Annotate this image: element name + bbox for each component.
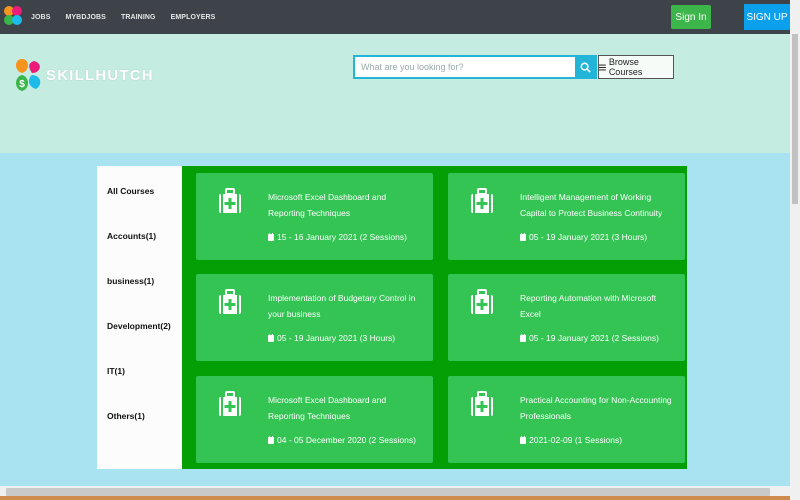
brand[interactable]: $ SKILLHUTCH bbox=[12, 57, 162, 95]
calendar-icon bbox=[520, 232, 526, 241]
courses-panel: All Courses Accounts(1) business(1) Deve… bbox=[97, 166, 687, 469]
category-accounts[interactable]: Accounts(1) bbox=[107, 231, 156, 241]
skillhutch-logo-icon[interactable] bbox=[2, 5, 24, 27]
course-card[interactable]: Microsoft Excel Dashboard and Reporting … bbox=[196, 376, 433, 463]
sign-up-button[interactable]: SIGN UP bbox=[744, 4, 790, 30]
course-card[interactable]: Intelligent Management of Working Capita… bbox=[448, 173, 685, 260]
nav-link-training[interactable]: TRAINING bbox=[121, 14, 156, 21]
calendar-icon bbox=[268, 333, 274, 342]
course-title: Practical Accounting for Non-Accounting … bbox=[520, 395, 672, 421]
medical-bag-icon bbox=[219, 188, 241, 213]
course-date-text: 05 - 19 January 2021 (3 Hours) bbox=[529, 232, 648, 242]
sign-in-button[interactable]: Sign In bbox=[671, 5, 711, 29]
course-title: Intelligent Management of Working Capita… bbox=[520, 192, 663, 218]
search-icon bbox=[580, 62, 591, 73]
calendar-icon bbox=[520, 435, 526, 444]
category-others[interactable]: Others(1) bbox=[107, 411, 145, 421]
course-date-text: 15 - 16 January 2021 (2 Sessions) bbox=[277, 232, 407, 242]
course-title: Reporting Automation with Microsoft Exce… bbox=[520, 293, 657, 319]
course-date-text: 2021-02-09 (1 Sessions) bbox=[529, 435, 623, 445]
course-date: 05 - 19 January 2021 (3 Hours) bbox=[520, 232, 647, 242]
medical-bag-icon bbox=[219, 289, 241, 314]
category-all-courses[interactable]: All Courses bbox=[107, 186, 154, 196]
calendar-icon bbox=[520, 333, 526, 342]
nav-link-employers[interactable]: EMPLOYERS bbox=[171, 14, 216, 21]
category-it[interactable]: IT(1) bbox=[107, 366, 125, 376]
course-date: 05 - 19 January 2021 (2 Sessions) bbox=[520, 333, 659, 343]
skillhutch-logo-icon: $ bbox=[16, 59, 41, 91]
vertical-scrollbar-thumb[interactable] bbox=[792, 34, 798, 204]
browse-courses-button[interactable]: Browse Courses bbox=[598, 55, 674, 79]
horizontal-scrollbar-thumb[interactable] bbox=[6, 488, 770, 496]
course-card[interactable]: Implementation of Budgetary Control in y… bbox=[196, 274, 433, 361]
course-date: 15 - 16 January 2021 (2 Sessions) bbox=[268, 232, 407, 242]
menu-icon bbox=[599, 64, 606, 70]
medical-bag-icon bbox=[471, 188, 493, 213]
course-date: 04 - 05 December 2020 (2 Sessions) bbox=[268, 435, 416, 445]
course-title: Microsoft Excel Dashboard and Reporting … bbox=[268, 192, 387, 218]
course-date: 2021-02-09 (1 Sessions) bbox=[520, 435, 622, 445]
footer-strip bbox=[0, 496, 790, 500]
medical-bag-icon bbox=[471, 289, 493, 314]
medical-bag-icon bbox=[471, 391, 493, 416]
course-card[interactable]: Reporting Automation with Microsoft Exce… bbox=[448, 274, 685, 361]
course-date: 05 - 19 January 2021 (3 Hours) bbox=[268, 333, 395, 343]
course-date-text: 05 - 19 January 2021 (2 Sessions) bbox=[529, 333, 659, 343]
category-business[interactable]: business(1) bbox=[107, 276, 154, 286]
course-card[interactable]: Microsoft Excel Dashboard and Reporting … bbox=[196, 173, 433, 260]
category-development[interactable]: Development(2) bbox=[107, 321, 171, 331]
brand-name: SKILLHUTCH bbox=[46, 67, 154, 84]
calendar-icon bbox=[268, 232, 274, 241]
category-sidebar: All Courses Accounts(1) business(1) Deve… bbox=[97, 166, 182, 469]
course-title: Implementation of Budgetary Control in y… bbox=[268, 293, 416, 319]
browse-courses-label: Browse Courses bbox=[608, 57, 643, 77]
nav-link-mybdjobs[interactable]: MYBDJOBS bbox=[65, 14, 105, 21]
course-date-text: 04 - 05 December 2020 (2 Sessions) bbox=[277, 435, 416, 445]
svg-text:$: $ bbox=[19, 79, 25, 90]
search-box bbox=[353, 55, 597, 79]
course-card[interactable]: Practical Accounting for Non-Accounting … bbox=[448, 376, 685, 463]
course-title: Microsoft Excel Dashboard and Reporting … bbox=[268, 395, 387, 421]
top-nav: JOBS MYBDJOBS TRAINING EMPLOYERS Sign In… bbox=[0, 0, 800, 34]
search-button[interactable] bbox=[575, 57, 595, 77]
course-date-text: 05 - 19 January 2021 (3 Hours) bbox=[277, 333, 396, 343]
medical-bag-icon bbox=[219, 391, 241, 416]
nav-link-jobs[interactable]: JOBS bbox=[31, 14, 50, 21]
search-input[interactable] bbox=[355, 57, 578, 77]
calendar-icon bbox=[268, 435, 274, 444]
